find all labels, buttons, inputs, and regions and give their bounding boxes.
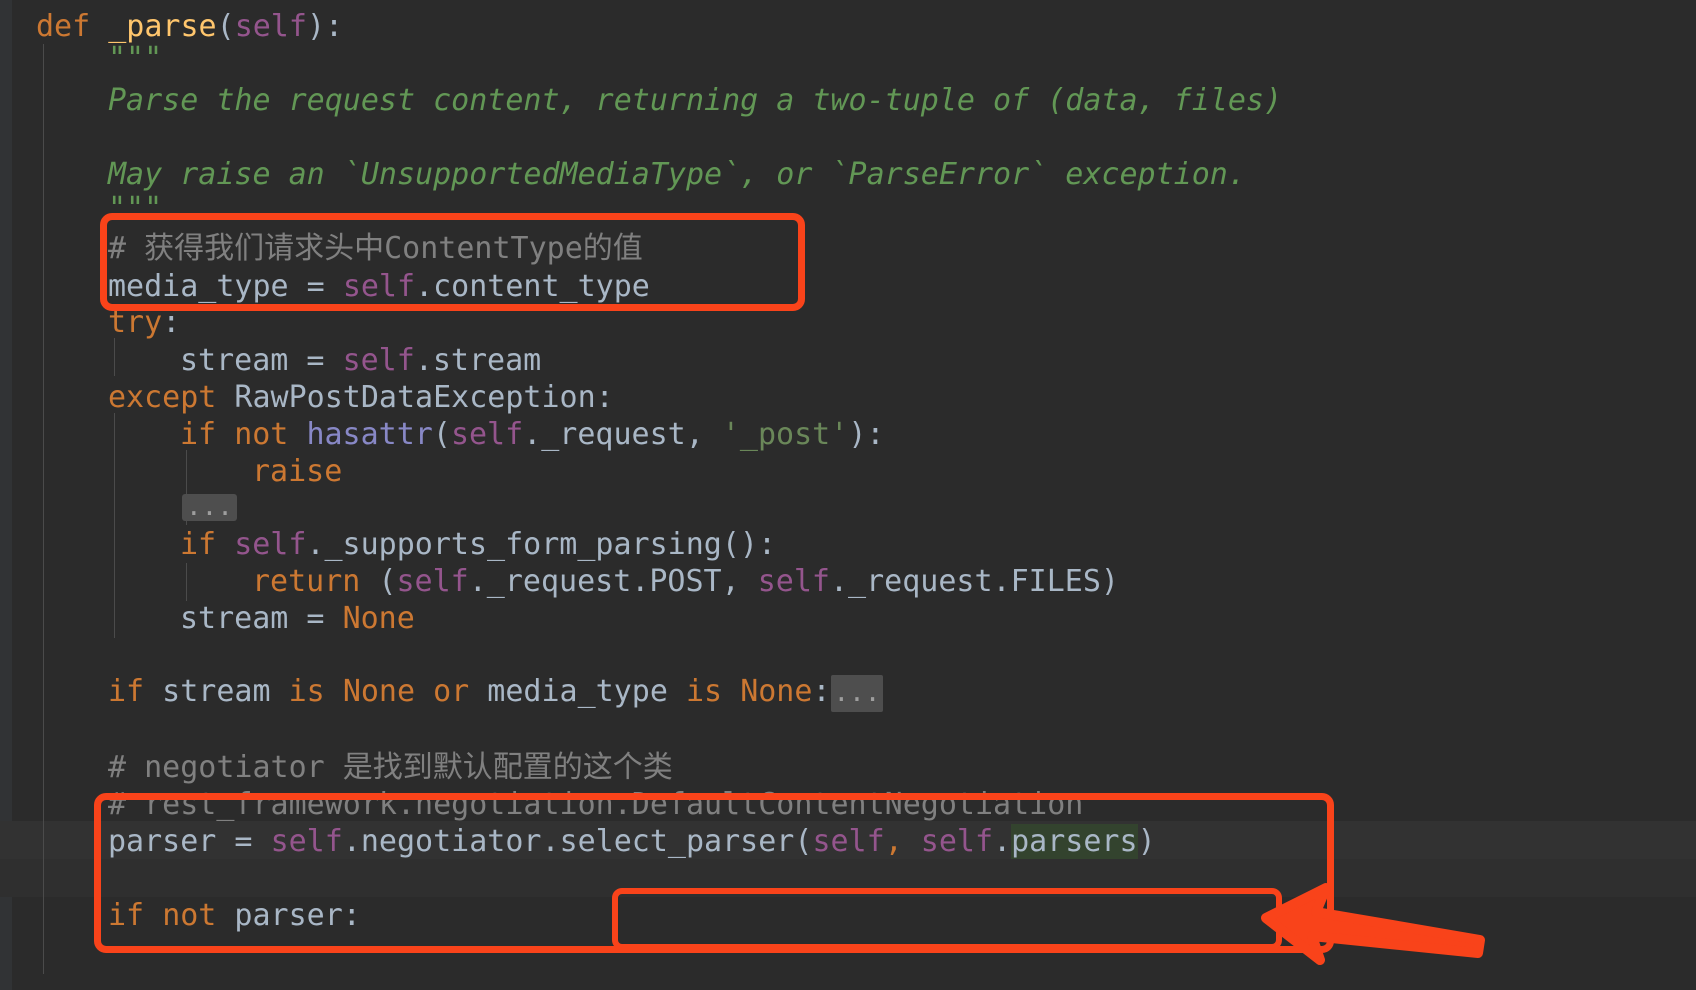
token-self-3: self <box>342 343 415 378</box>
code-line-10[interactable]: stream = self.stream <box>0 342 1696 379</box>
token-keyword-raise: raise <box>252 454 343 489</box>
code-fold-marker[interactable]: ... <box>182 493 237 522</box>
token-self-10: self <box>902 824 994 859</box>
token-var-stream-1: stream <box>180 343 289 378</box>
token-keyword-except: except <box>108 380 217 415</box>
token-paren-close-4: ) <box>1137 824 1156 859</box>
token-keyword-none-1: None <box>342 601 415 636</box>
token-paren-close: ): <box>306 9 344 44</box>
token-var-stream-2: stream <box>180 601 289 636</box>
token-docstring-line-2: May raise an `UnsupportedMediaType`, or … <box>108 157 1246 192</box>
code-line-15[interactable]: if self._supports_form_parsing(): <box>0 526 1696 563</box>
token-comma-arg: , <box>884 824 903 859</box>
token-self-2: self <box>342 269 416 304</box>
code-fold-marker-inline[interactable]: ... <box>830 675 884 713</box>
token-string-post: '_post' <box>721 417 849 452</box>
code-text-layer: def _parse(self): """ Parse the request … <box>0 0 1696 990</box>
token-keyword-is-1: is <box>288 674 325 709</box>
token-assign-op-2: = <box>288 343 343 378</box>
code-line-14[interactable]: ... <box>0 489 1696 526</box>
code-line-16[interactable]: return (self._request.POST, self._reques… <box>0 563 1696 600</box>
token-self-8: self <box>270 824 343 859</box>
token-self-5: self <box>234 527 307 562</box>
token-keyword-try: try <box>108 305 163 340</box>
token-dot-parsers: . <box>993 824 1012 859</box>
token-attr-negotiator: .negotiator. <box>342 824 560 859</box>
token-paren-close-2: ): <box>848 417 885 452</box>
token-assign-op-3: = <box>288 601 343 636</box>
token-self-6: self <box>396 564 469 599</box>
code-line-6[interactable]: """ <box>0 190 1696 227</box>
code-line-23[interactable]: parser = self.negotiator.select_parser(s… <box>0 823 1696 860</box>
token-comment-rest-framework: # rest_framework.negotiation.DefaultCont… <box>108 787 1084 822</box>
token-keyword-if-4: if <box>108 898 145 933</box>
token-docstring-open: """ <box>108 41 163 76</box>
token-call-select-parser: select_parser <box>559 824 795 859</box>
token-paren-open-2: ( <box>432 417 451 452</box>
token-keyword-if-2: if <box>180 527 217 562</box>
token-attr-stream: .stream <box>414 343 542 378</box>
token-keyword-or: or <box>433 674 470 709</box>
code-line-17[interactable]: stream = None <box>0 600 1696 637</box>
token-var-parser: parser <box>108 824 217 859</box>
code-line-12[interactable]: if not hasattr(self._request, '_post'): <box>0 416 1696 453</box>
token-keyword-not-2: not <box>162 898 217 933</box>
token-attr-request-post: ._request.POST, <box>468 564 758 599</box>
code-editor-view[interactable]: def _parse(self): """ Parse the request … <box>0 0 1696 990</box>
token-var-stream-3: stream <box>144 674 289 709</box>
code-line-19[interactable]: if stream is None or media_type is None:… <box>0 673 1696 713</box>
token-self-7: self <box>757 564 830 599</box>
token-keyword-is-2: is <box>686 674 723 709</box>
token-self-4: self <box>450 417 524 452</box>
token-function-name: _parse <box>108 9 217 44</box>
token-comment-negotiator: # negotiator 是找到默认配置的这个类 <box>108 750 673 785</box>
token-builtin-hasattr: hasattr <box>306 417 433 452</box>
code-line-22[interactable]: # rest_framework.negotiation.DefaultCont… <box>0 786 1696 823</box>
code-line-21[interactable]: # negotiator 是找到默认配置的这个类 <box>0 749 1696 786</box>
token-keyword-if-3: if <box>108 674 145 709</box>
token-self: self <box>234 9 307 44</box>
token-docstring-line-1: Parse the request content, returning a t… <box>108 83 1282 118</box>
token-keyword-if-1: if <box>180 417 217 452</box>
token-comment-media-type: # 获得我们请求头中ContentType的值 <box>108 231 643 266</box>
token-var-media-type: media_type <box>108 269 289 304</box>
code-line-7[interactable]: # 获得我们请求头中ContentType的值 <box>0 230 1696 267</box>
code-line-25[interactable]: if not parser: <box>0 897 1696 934</box>
token-attr-request-files: ._request.FILES) <box>829 564 1119 599</box>
code-line-2[interactable]: """ <box>0 40 1696 77</box>
token-call-supports-form-parsing: ._supports_form_parsing(): <box>306 527 777 562</box>
token-attr-content-type: .content_type <box>415 269 650 304</box>
code-line-8[interactable]: media_type = self.content_type <box>0 268 1696 305</box>
token-colon-if: : <box>812 674 831 709</box>
code-line-11[interactable]: except RawPostDataException: <box>0 379 1696 416</box>
code-line-9[interactable]: try: <box>0 304 1696 341</box>
token-exception-name: RawPostDataException: <box>216 380 614 415</box>
code-line-13[interactable]: raise <box>0 453 1696 490</box>
token-keyword-return: return <box>252 564 361 599</box>
code-line-3[interactable]: Parse the request content, returning a t… <box>0 82 1696 119</box>
token-keyword-none-3: None <box>740 674 813 709</box>
token-self-9: self <box>812 824 885 859</box>
code-line-5[interactable]: May raise an `UnsupportedMediaType`, or … <box>0 156 1696 193</box>
token-var-parser-2: parser: <box>216 898 361 933</box>
token-colon-try: : <box>162 305 181 340</box>
token-keyword-none-2: None <box>342 674 416 709</box>
token-var-media-type-2: media_type <box>469 674 686 709</box>
token-keyword-not-1: not <box>234 417 289 452</box>
token-assign-op-4: = <box>216 824 271 859</box>
token-keyword-def: def <box>36 9 91 44</box>
token-docstring-close: """ <box>108 191 163 226</box>
token-attr-parsers-highlighted: parsers <box>1011 824 1138 859</box>
token-paren-open: ( <box>216 9 235 44</box>
token-paren-open-3: ( <box>360 564 397 599</box>
token-assign-op-1: = <box>288 269 343 304</box>
token-paren-open-4: ( <box>794 824 813 859</box>
token-attr-request-1: ._request, <box>523 417 722 452</box>
